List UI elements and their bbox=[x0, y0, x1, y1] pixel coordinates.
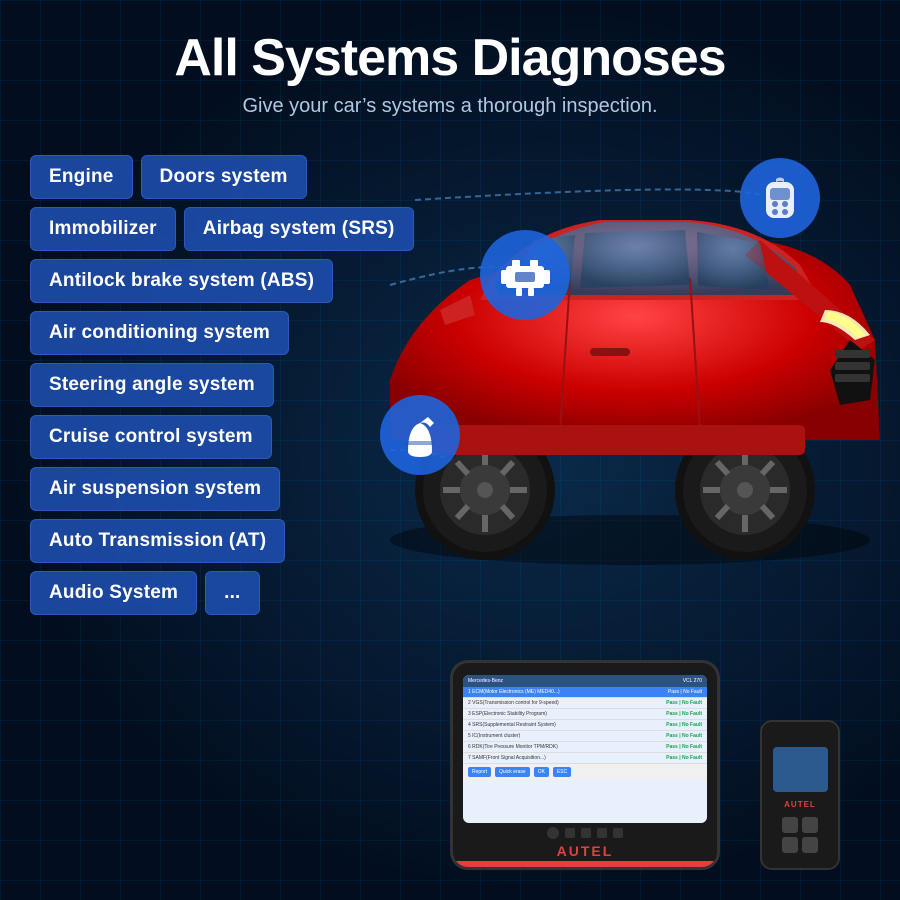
tag-row-1: Engine Doors system bbox=[30, 155, 414, 199]
main-content: All Systems Diagnoses Give your car’s sy… bbox=[0, 0, 900, 900]
remote-btn-4[interactable] bbox=[802, 837, 818, 853]
tag-row-3: Antilock brake system (ABS) bbox=[30, 259, 414, 303]
screen-row-7: 7 SAMF(Front Signal Acquisition...) Pass… bbox=[463, 753, 707, 764]
device-screen: Mercedes-Benz VCL 270 1 ECM(Motor Electr… bbox=[463, 675, 707, 823]
doors-tag[interactable]: Doors system bbox=[141, 155, 307, 199]
nav-btn-1[interactable] bbox=[565, 828, 575, 838]
tag-row-6: Cruise control system bbox=[30, 415, 414, 459]
quick-erase-btn[interactable]: Quick erase bbox=[495, 767, 530, 777]
screen-row-2: 2 VGS(Transmission control for 9-speed) … bbox=[463, 698, 707, 709]
remote-brand: AUTEL bbox=[784, 800, 816, 809]
ac-tag[interactable]: Air conditioning system bbox=[30, 311, 289, 355]
nav-btn-2[interactable] bbox=[581, 828, 591, 838]
tag-row-9: Audio System ... bbox=[30, 571, 414, 615]
report-btn[interactable]: Report bbox=[468, 767, 491, 777]
autel-remote-device: AUTEL bbox=[760, 720, 840, 870]
page-title: All Systems Diagnoses bbox=[0, 30, 900, 87]
remote-screen bbox=[773, 747, 828, 792]
screen-row-4: 4 SRS(Supplemental Restraint System) Pas… bbox=[463, 720, 707, 731]
audio-tag[interactable]: Audio System bbox=[30, 571, 197, 615]
oil-icon-circle bbox=[380, 395, 460, 475]
abs-tag[interactable]: Antilock brake system (ABS) bbox=[30, 259, 333, 303]
remote-btn-3[interactable] bbox=[782, 837, 798, 853]
tag-row-4: Air conditioning system bbox=[30, 311, 414, 355]
more-tag[interactable]: ... bbox=[205, 571, 259, 615]
steering-tag[interactable]: Steering angle system bbox=[30, 363, 274, 407]
key-icon-circle bbox=[740, 158, 820, 238]
device-brand-label: AUTEL bbox=[557, 843, 614, 859]
tag-row-7: Air suspension system bbox=[30, 467, 414, 511]
screen-row-6: 6 RDK(Tire Pressure Monitor TPM/RDK) Pas… bbox=[463, 742, 707, 753]
remote-btn-2[interactable] bbox=[802, 817, 818, 833]
engine-icon-circle bbox=[480, 230, 570, 320]
esc-btn[interactable]: ESC bbox=[553, 767, 571, 777]
transmission-tag[interactable]: Auto Transmission (AT) bbox=[30, 519, 285, 563]
tag-row-5: Steering angle system bbox=[30, 363, 414, 407]
suspension-tag[interactable]: Air suspension system bbox=[30, 467, 280, 511]
tags-container: Engine Doors system Immobilizer Airbag s… bbox=[30, 155, 414, 615]
screen-row-1: 1 ECM(Motor Electronics (ME) MED40...) P… bbox=[463, 687, 707, 698]
cruise-tag[interactable]: Cruise control system bbox=[30, 415, 272, 459]
engine-tag[interactable]: Engine bbox=[30, 155, 133, 199]
autel-device: Mercedes-Benz VCL 270 1 ECM(Motor Electr… bbox=[450, 660, 730, 880]
remote-btn-1[interactable] bbox=[782, 817, 798, 833]
tag-row-2: Immobilizer Airbag system (SRS) bbox=[30, 207, 414, 251]
nav-btn-4[interactable] bbox=[613, 828, 623, 838]
screen-row-5: 5 IC(Instrument cluster) Pass | No Fault bbox=[463, 731, 707, 742]
ok-btn[interactable]: OK bbox=[534, 767, 549, 777]
airbag-tag[interactable]: Airbag system (SRS) bbox=[184, 207, 414, 251]
screen-row-3: 3 ESP(Electronic Stability Program) Pass… bbox=[463, 709, 707, 720]
remote-buttons bbox=[774, 817, 826, 853]
immobilizer-tag[interactable]: Immobilizer bbox=[30, 207, 176, 251]
home-btn[interactable] bbox=[547, 827, 559, 839]
tag-row-8: Auto Transmission (AT) bbox=[30, 519, 414, 563]
device-body: Mercedes-Benz VCL 270 1 ECM(Motor Electr… bbox=[450, 660, 720, 870]
nav-btn-3[interactable] bbox=[597, 828, 607, 838]
device-screen-header: Mercedes-Benz VCL 270 bbox=[463, 675, 707, 687]
